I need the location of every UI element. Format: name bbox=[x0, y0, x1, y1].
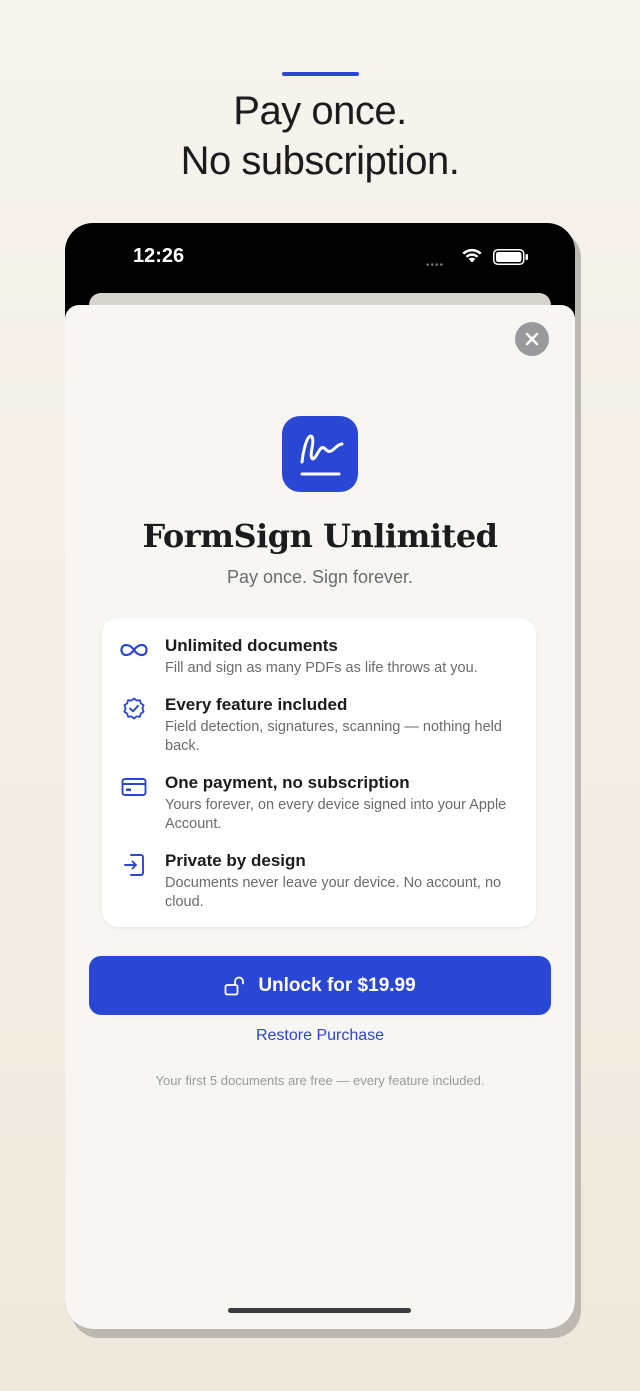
infinity-icon bbox=[120, 638, 148, 662]
signature-icon bbox=[300, 434, 344, 476]
headline-line-1: Pay once. bbox=[233, 89, 407, 133]
feature-list: Unlimited documents Fill and sign as man… bbox=[102, 618, 536, 927]
app-subtitle: Pay once. Sign forever. bbox=[226, 567, 414, 587]
status-time: 12:26 bbox=[133, 245, 185, 267]
wifi-icon bbox=[462, 248, 482, 263]
feature-title: Private by design bbox=[165, 851, 306, 870]
battery-icon bbox=[493, 249, 528, 265]
close-button[interactable] bbox=[515, 322, 549, 356]
free-documents-note: Your first 5 documents are free — every … bbox=[155, 1073, 485, 1088]
feature-description: Yours forever, on every device signed in… bbox=[165, 797, 507, 832]
app-title: FormSign Unlimited bbox=[142, 517, 498, 555]
unlock-button-label: Unlock for $19.99 bbox=[258, 974, 416, 996]
restore-purchase-link[interactable]: Restore Purchase bbox=[65, 1027, 575, 1045]
close-icon bbox=[525, 332, 539, 346]
home-indicator bbox=[228, 1308, 411, 1313]
unlock-button[interactable]: Unlock for $19.99 bbox=[89, 956, 551, 1015]
marketing-headline: Pay once. No subscription. bbox=[0, 86, 640, 186]
feature-title: Every feature included bbox=[165, 695, 348, 714]
unlock-icon bbox=[224, 976, 245, 995]
feature-description: Documents never leave your device. No ac… bbox=[165, 875, 502, 910]
checkmark-seal-icon bbox=[120, 697, 148, 721]
headline-line-2: No subscription. bbox=[180, 139, 460, 183]
credit-card-icon bbox=[120, 775, 148, 799]
feature-title: Unlimited documents bbox=[165, 636, 338, 655]
feature-description: Fill and sign as many PDFs as life throw… bbox=[165, 660, 478, 676]
paywall-sheet: FormSign Unlimited Pay once. Sign foreve… bbox=[65, 305, 575, 1329]
phone-frame: 12:26 •••• FormSign Unlimited Pay once. … bbox=[65, 223, 575, 1329]
accent-bar bbox=[282, 72, 359, 76]
lock-device-icon bbox=[120, 853, 148, 877]
feature-description: Field detection, signatures, scanning — … bbox=[165, 719, 502, 754]
feature-title: One payment, no subscription bbox=[165, 773, 410, 792]
app-icon bbox=[282, 416, 358, 492]
signal-dots-icon: •••• bbox=[426, 260, 445, 271]
